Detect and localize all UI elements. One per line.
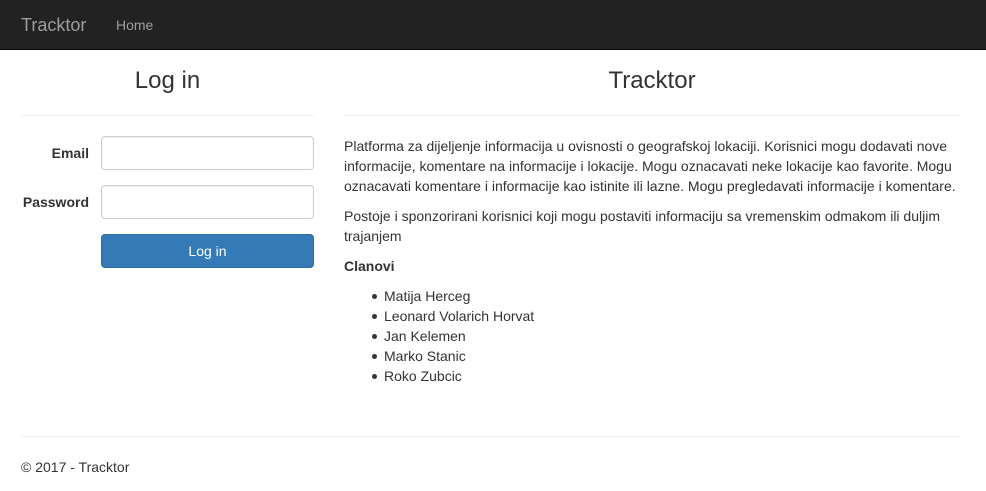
list-item: Jan Kelemen: [344, 326, 960, 346]
list-item: Marko Stanic: [344, 346, 960, 366]
login-button[interactable]: Log in: [101, 234, 314, 268]
info-panel: Tracktor Platforma za dijeljenje informa…: [344, 64, 960, 386]
login-panel: Log in Email Password Log in: [21, 64, 314, 268]
sponsored-paragraph: Postoje i sponzorirani korisnici koji mo…: [344, 208, 940, 244]
password-label: Password: [22, 194, 89, 210]
list-item: Roko Zubcic: [344, 366, 960, 386]
footer-divider: [21, 436, 961, 437]
email-row: Email: [21, 136, 314, 170]
list-item: Leonard Volarich Horvat: [344, 306, 960, 326]
password-row: Password: [21, 185, 314, 219]
members-list: Matija Herceg Leonard Volarich Horvat Ja…: [344, 286, 960, 386]
email-label: Email: [51, 145, 89, 161]
info-title: Tracktor: [608, 67, 696, 94]
description-paragraph: Platforma za dijeljenje informacija u ov…: [344, 138, 956, 194]
password-input[interactable]: [101, 185, 314, 219]
nav-link-home[interactable]: Home: [116, 15, 153, 35]
footer-copyright: © 2017 - Tracktor: [21, 459, 130, 475]
top-navbar: Tracktor Home: [0, 0, 986, 50]
login-divider: [21, 115, 314, 116]
list-item: Matija Herceg: [344, 286, 960, 306]
brand-link[interactable]: Tracktor: [21, 13, 86, 37]
members-heading: Clanovi: [344, 258, 395, 274]
login-title: Log in: [134, 67, 201, 94]
info-divider: [344, 115, 960, 116]
email-input[interactable]: [101, 136, 314, 170]
